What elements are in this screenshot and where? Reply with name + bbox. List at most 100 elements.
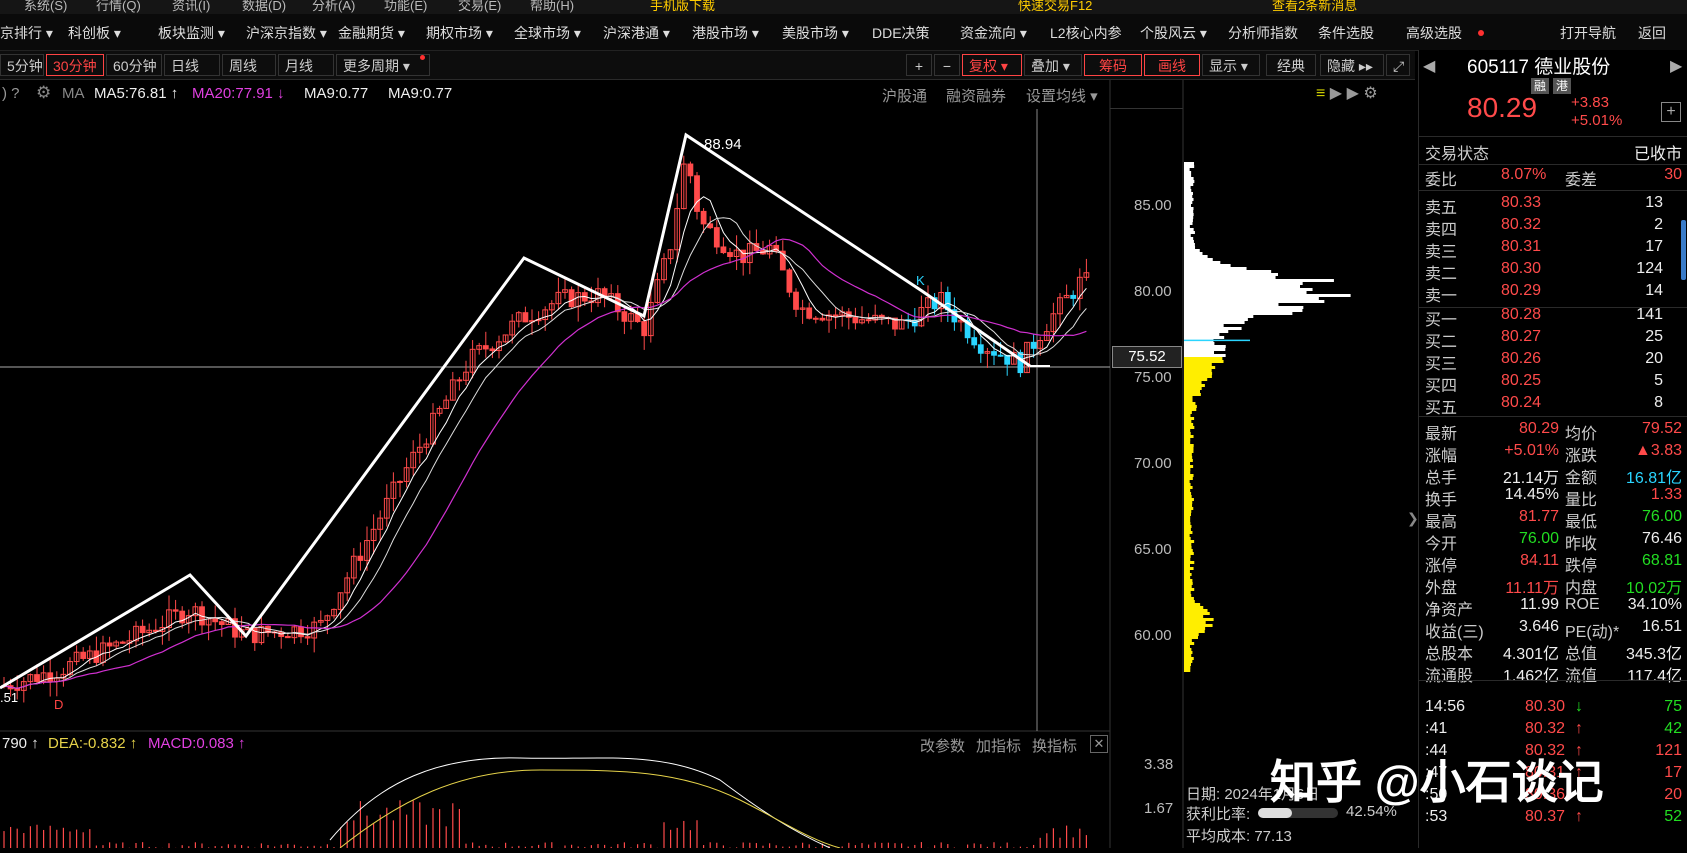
chip-bar xyxy=(1184,261,1221,264)
menu-l2[interactable]: L2核心内参 xyxy=(1050,23,1122,43)
bid-row[interactable]: 买二 80.27 25 xyxy=(1425,328,1682,351)
period-60min[interactable]: 60分钟 xyxy=(106,54,162,76)
bid-row[interactable]: 买一 80.28 141 xyxy=(1425,306,1682,329)
adjust-button[interactable]: 复权 ▾ xyxy=(962,54,1022,76)
chip-bar xyxy=(1184,369,1212,372)
open-nav-button[interactable]: 打开导航 xyxy=(1560,23,1616,43)
menu-global[interactable]: 全球市场 ▾ xyxy=(514,23,581,43)
chip-bar xyxy=(1184,366,1216,369)
next-stock-icon[interactable]: ▶ xyxy=(1670,56,1682,76)
period-day[interactable]: 日线 xyxy=(164,54,220,76)
ask-row[interactable]: 卖五 80.33 13 xyxy=(1425,194,1682,217)
chip-bar xyxy=(1184,273,1279,276)
chip-bar xyxy=(1184,171,1192,174)
ask-row[interactable]: 卖四 80.32 2 xyxy=(1425,216,1682,239)
link-connect[interactable]: 沪股通 xyxy=(882,85,927,106)
menu-stock-news[interactable]: 个股风云 ▾ xyxy=(1140,23,1207,43)
display-button[interactable]: 显示 ▾ xyxy=(1202,54,1260,76)
add-indicator-button[interactable]: 加指标 xyxy=(976,735,1021,756)
zoom-in-button[interactable]: + xyxy=(906,54,932,76)
menu-connect[interactable]: 沪深港通 ▾ xyxy=(603,23,670,43)
chip-bar xyxy=(1184,471,1191,474)
chips-button[interactable]: 筹码 xyxy=(1084,54,1142,76)
gear-icon[interactable]: ⚙ xyxy=(36,83,51,103)
tick-time: 14:56 xyxy=(1425,698,1466,715)
period-week[interactable]: 周线 xyxy=(222,54,276,76)
stat-value: 11.99 xyxy=(1520,596,1559,613)
help-icon[interactable]: ) ? xyxy=(2,85,20,102)
menu-analysis[interactable]: 分析(A) xyxy=(312,0,355,14)
stat-value: 16.81亿 xyxy=(1625,470,1682,487)
switch-indicator-button[interactable]: 换指标 xyxy=(1032,735,1077,756)
menu-advanced-select[interactable]: 高级选股 xyxy=(1406,23,1462,43)
zoom-out-button[interactable]: − xyxy=(934,54,960,76)
menu-options[interactable]: 期权市场 ▾ xyxy=(426,23,493,43)
ask-row[interactable]: 卖二 80.30 124 xyxy=(1425,260,1682,283)
menu-info[interactable]: 资讯(I) xyxy=(172,0,210,14)
chip-bar xyxy=(1184,591,1191,594)
drawn-trend-line[interactable] xyxy=(0,132,1031,690)
macd-tick: 1.67 xyxy=(1144,800,1174,817)
set-ma-button[interactable]: 设置均线 ▾ xyxy=(1026,85,1098,106)
period-30min[interactable]: 30分钟 xyxy=(46,54,104,76)
menu-ranking[interactable]: 京排行 ▾ xyxy=(0,23,53,43)
menu-fund-flow[interactable]: 资金流向 ▾ xyxy=(960,23,1027,43)
menu-hk-market[interactable]: 港股市场 ▾ xyxy=(692,23,759,43)
bid-row[interactable]: 买三 80.26 20 xyxy=(1425,350,1682,373)
edit-params-button[interactable]: 改参数 xyxy=(920,735,965,756)
classic-button[interactable]: 经典 xyxy=(1266,54,1316,76)
chip-bar xyxy=(1184,474,1194,477)
menu-us-market[interactable]: 美股市场 ▾ xyxy=(782,23,849,43)
chip-bar xyxy=(1184,276,1276,279)
bid-row[interactable]: 买四 80.25 5 xyxy=(1425,372,1682,395)
ma-label: MA xyxy=(62,85,85,102)
chip-bar xyxy=(1184,579,1193,582)
menu-index[interactable]: 沪深京指数 ▾ xyxy=(246,23,327,43)
close-icon[interactable]: ✕ xyxy=(1090,735,1108,753)
menu-dde[interactable]: DDE决策 xyxy=(872,23,930,43)
menu-financial-futures[interactable]: 金融期货 ▾ xyxy=(338,23,405,43)
chip-bar xyxy=(1184,300,1325,303)
menu-quote[interactable]: 行情(Q) xyxy=(96,0,141,14)
menu-data[interactable]: 数据(D) xyxy=(242,0,286,14)
ask-row[interactable]: 卖一 80.29 14 xyxy=(1425,282,1682,305)
candle-body xyxy=(812,317,819,320)
menu-help[interactable]: 帮助(H) xyxy=(530,0,574,14)
quick-trade-button[interactable]: 快速交易F12 xyxy=(1018,0,1092,14)
last-price: 80.29 xyxy=(1467,92,1538,123)
hide-button[interactable]: 隐藏 ▸▸ xyxy=(1320,54,1384,76)
period-month[interactable]: 月线 xyxy=(278,54,334,76)
ask-row[interactable]: 卖三 80.31 17 xyxy=(1425,238,1682,261)
chip-bar xyxy=(1184,228,1194,231)
menu-condition-select[interactable]: 条件选股 xyxy=(1318,23,1374,43)
candle-body xyxy=(700,210,707,225)
add-watchlist-icon[interactable]: + xyxy=(1661,102,1681,122)
draw-line-button[interactable]: 画线 xyxy=(1144,54,1200,76)
menu-sector-monitor[interactable]: 板块监测 ▾ xyxy=(158,23,225,43)
menu-system[interactable]: 系统(S) xyxy=(24,0,67,14)
menu-analyst-index[interactable]: 分析师指数 xyxy=(1228,23,1298,43)
overlay-button[interactable]: 叠加 ▾ xyxy=(1024,54,1082,76)
menu-function[interactable]: 功能(E) xyxy=(384,0,427,14)
chip-arrow-icon[interactable]: ▶ xyxy=(1330,85,1342,102)
chip-play-icon[interactable]: ▶ xyxy=(1347,85,1359,102)
fullscreen-icon[interactable]: ⤢ xyxy=(1386,54,1410,76)
menu-trade[interactable]: 交易(E) xyxy=(458,0,501,14)
stat-row: 外盘 11.11万 内盘 10.02万 xyxy=(1425,574,1682,597)
bid-label: 买二 xyxy=(1425,334,1458,351)
top-title-strip: 系统(S) 行情(Q) 资讯(I) 数据(D) 分析(A) 功能(E) 交易(E… xyxy=(0,0,1687,14)
chip-mode-icon[interactable]: ≡ xyxy=(1316,85,1325,102)
period-more[interactable]: 更多周期 ▾ xyxy=(336,54,430,76)
collapse-arrow-icon[interactable]: ❯ xyxy=(1407,510,1419,527)
link-margin[interactable]: 融资融券 xyxy=(946,85,1006,106)
scrollbar-thumb[interactable] xyxy=(1681,220,1686,280)
period-5min[interactable]: 5分钟 xyxy=(0,54,44,76)
menu-star-market[interactable]: 科创板 ▾ xyxy=(68,23,121,43)
bid-row[interactable]: 买五 80.24 8 xyxy=(1425,394,1682,417)
messages-button[interactable]: 查看2条新消息 xyxy=(1272,0,1357,14)
mobile-download-button[interactable]: 手机版下载 xyxy=(650,0,715,14)
prev-stock-icon[interactable]: ◀ xyxy=(1423,56,1435,76)
back-button[interactable]: 返回 xyxy=(1638,23,1666,43)
ask-volume: 17 xyxy=(1645,238,1663,255)
chip-settings-icon[interactable]: ⚙ xyxy=(1363,85,1377,102)
